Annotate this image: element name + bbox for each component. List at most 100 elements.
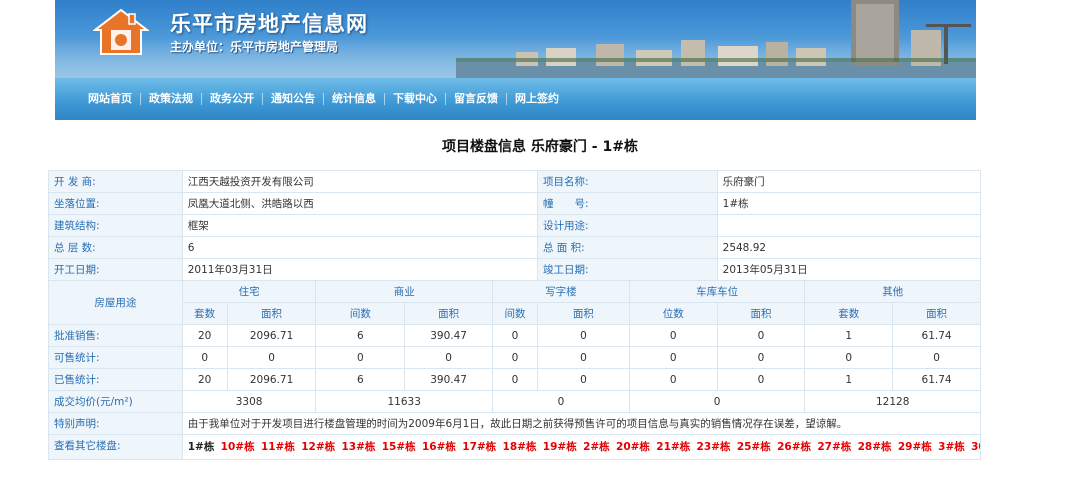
structure-value: 框架 <box>181 214 538 237</box>
building-link[interactable]: 19#栋 <box>543 441 577 453</box>
site-subtitle: 主办单位：乐平市房地产管理局 <box>170 40 339 54</box>
building-no-label: 幢 号: <box>536 192 718 215</box>
location-value: 凤凰大道北侧、洪皓路以西 <box>181 192 538 215</box>
site-title: 乐平市房地产信息网 <box>170 12 368 36</box>
table-row: 特别声明: 由于我单位对于开发项目进行楼盘管理的时间为2009年6月1日，故此日… <box>48 412 982 435</box>
nav-online-signing[interactable]: 网上签约 <box>507 93 567 105</box>
building-link[interactable]: 11#栋 <box>261 441 295 453</box>
row-label-available: 可售统计: <box>48 346 183 369</box>
building-link[interactable]: 1#栋 <box>188 441 215 453</box>
building-link[interactable]: 28#栋 <box>858 441 892 453</box>
building-link[interactable]: 27#栋 <box>817 441 851 453</box>
table-cell: 61.74 <box>892 324 981 347</box>
start-date-value: 2011年03月31日 <box>181 258 538 281</box>
table-cell: 61.74 <box>892 368 981 391</box>
table-row: 开 发 商: 江西天越投资开发有限公司 项目名称: 乐府豪门 <box>48 170 982 193</box>
building-link[interactable]: 16#栋 <box>422 441 456 453</box>
nav-policy[interactable]: 政策法规 <box>141 93 202 105</box>
sub-header: 套数 <box>804 302 894 325</box>
building-link[interactable]: 12#栋 <box>301 441 335 453</box>
table-row: 坐落位置: 凤凰大道北侧、洪皓路以西 幢 号: 1#栋 <box>48 192 982 215</box>
table-cell: 0 <box>628 346 718 369</box>
table-cell: 0 <box>491 368 538 391</box>
nav-home[interactable]: 网站首页 <box>80 93 141 105</box>
nav-feedback[interactable]: 留言反馈 <box>446 93 507 105</box>
building-link[interactable]: 2#栋 <box>583 441 610 453</box>
table-row: 开工日期: 2011年03月31日 竣工日期: 2013年05月31日 <box>48 258 982 281</box>
table-row: 成交均价(元/m²) 3308 11633 0 0 12128 <box>48 390 981 413</box>
table-row: 总 层 数: 6 总 面 积: 2548.92 <box>48 236 982 259</box>
developer-value: 江西天越投资开发有限公司 <box>181 170 538 193</box>
table-cell: 0 <box>536 368 630 391</box>
avg-price-residential: 3308 <box>181 390 317 413</box>
table-cell: 0 <box>892 346 981 369</box>
building-link[interactable]: 10#栋 <box>221 441 255 453</box>
building-link[interactable]: 25#栋 <box>737 441 771 453</box>
table-cell: 0 <box>491 324 538 347</box>
table-cell: 2096.71 <box>226 368 317 391</box>
sub-header: 面积 <box>536 302 630 325</box>
table-cell: 0 <box>536 324 630 347</box>
table-row: 批准销售: 20 2096.71 6 390.47 0 0 0 0 1 61.7… <box>48 324 981 347</box>
table-row: 可售统计: 0 0 0 0 0 0 0 0 0 0 <box>48 346 981 369</box>
table-cell: 1 <box>804 368 894 391</box>
avg-price-label: 成交均价(元/m²) <box>48 390 183 413</box>
project-info-table: 开 发 商: 江西天越投资开发有限公司 项目名称: 乐府豪门 坐落位置: 凤凰大… <box>48 170 982 460</box>
avg-price-office: 0 <box>491 390 630 413</box>
table-cell: 0 <box>716 368 806 391</box>
building-link[interactable]: 29#栋 <box>898 441 932 453</box>
table-row: 套数 面积 间数 面积 间数 面积 位数 面积 套数 面积 <box>49 302 981 325</box>
table-row: 查看其它楼盘: 1#栋 10#栋 11#栋 12#栋 13#栋 15#栋 16#… <box>48 434 982 460</box>
notice-text: 由于我单位对于开发项目进行楼盘管理的时间为2009年6月1日，故此日期之前获得预… <box>181 412 982 435</box>
nav-statistics[interactable]: 统计信息 <box>324 93 385 105</box>
table-cell: 0 <box>804 346 894 369</box>
building-link[interactable]: 18#栋 <box>503 441 537 453</box>
building-link[interactable]: 15#栋 <box>382 441 416 453</box>
building-link[interactable]: 13#栋 <box>341 441 375 453</box>
end-date-value: 2013年05月31日 <box>716 258 982 281</box>
avg-price-other: 12128 <box>804 390 981 413</box>
sub-header: 位数 <box>628 302 718 325</box>
city-skyline-image <box>456 0 976 78</box>
building-link[interactable]: 21#栋 <box>656 441 690 453</box>
building-link[interactable]: 3#栋 <box>938 441 965 453</box>
sub-header: 面积 <box>404 302 493 325</box>
end-date-label: 竣工日期: <box>536 258 718 281</box>
nav-notices[interactable]: 通知公告 <box>263 93 324 105</box>
building-link[interactable]: 26#栋 <box>777 441 811 453</box>
header-banner: 乐平市房地产信息网 主办单位：乐平市房地产管理局 <box>55 0 976 78</box>
usage-group-office: 写字楼 <box>491 280 630 303</box>
table-cell: 0 <box>491 346 538 369</box>
table-cell: 390.47 <box>404 368 493 391</box>
nav-public-affairs[interactable]: 政务公开 <box>202 93 263 105</box>
table-cell: 20 <box>181 368 228 391</box>
project-name-label: 项目名称: <box>536 170 718 193</box>
row-label-approved: 批准销售: <box>48 324 183 347</box>
sub-header: 间数 <box>315 302 406 325</box>
floors-value: 6 <box>181 236 538 259</box>
table-row: 已售统计: 20 2096.71 6 390.47 0 0 0 0 1 61.7… <box>48 368 981 391</box>
usage-group-residential: 住宅 <box>181 280 317 303</box>
project-name-value: 乐府豪门 <box>716 170 982 193</box>
start-date-label: 开工日期: <box>48 258 183 281</box>
design-use-label: 设计用途: <box>536 214 718 237</box>
avg-price-commercial: 11633 <box>315 390 493 413</box>
sub-header: 面积 <box>716 302 806 325</box>
nav-downloads[interactable]: 下载中心 <box>385 93 446 105</box>
avg-price-garage: 0 <box>628 390 806 413</box>
usage-group-garage: 车库车位 <box>628 280 806 303</box>
table-cell: 2096.71 <box>226 324 317 347</box>
building-link[interactable]: 30#栋 <box>971 441 979 453</box>
building-link[interactable]: 23#栋 <box>697 441 731 453</box>
usage-group-commercial: 商业 <box>315 280 493 303</box>
table-cell: 390.47 <box>404 324 493 347</box>
building-link[interactable]: 20#栋 <box>616 441 650 453</box>
notice-label: 特别声明: <box>48 412 183 435</box>
sub-header: 间数 <box>491 302 538 325</box>
main-nav: 网站首页 政策法规 政务公开 通知公告 统计信息 下载中心 留言反馈 网上签约 <box>55 78 976 120</box>
table-cell: 6 <box>315 324 406 347</box>
other-buildings-label: 查看其它楼盘: <box>48 434 183 460</box>
building-link[interactable]: 17#栋 <box>462 441 496 453</box>
table-cell: 6 <box>315 368 406 391</box>
other-buildings-list: 1#栋 10#栋 11#栋 12#栋 13#栋 15#栋 16#栋 17#栋 1… <box>181 434 982 460</box>
